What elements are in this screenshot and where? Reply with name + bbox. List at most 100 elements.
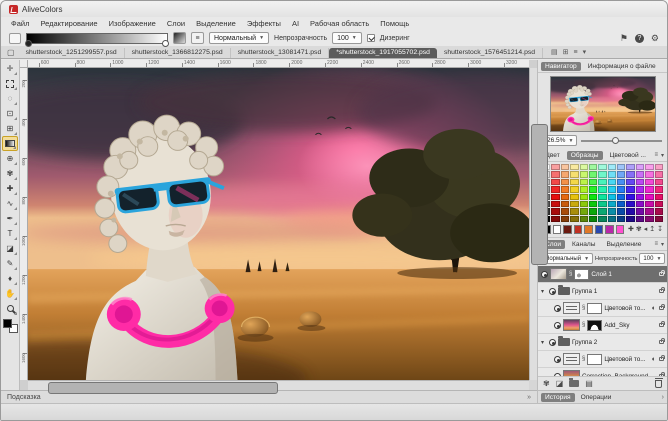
horizontal-scroll-thumb[interactable] bbox=[48, 382, 278, 394]
navigator-thumbnail[interactable] bbox=[550, 76, 656, 132]
swatch-cell[interactable] bbox=[561, 179, 569, 185]
layer-row-1[interactable]: §Слой 1 bbox=[538, 266, 667, 283]
swatch-cell[interactable] bbox=[608, 194, 616, 200]
swatch-cell[interactable] bbox=[551, 171, 559, 177]
swatch-cell[interactable] bbox=[645, 179, 653, 185]
move-tool[interactable]: ✛ bbox=[2, 61, 18, 76]
swatch-cell[interactable] bbox=[655, 201, 663, 207]
saved-swatch-3[interactable] bbox=[563, 225, 572, 234]
swatch-cell[interactable] bbox=[561, 186, 569, 192]
bottom-tabs-chevron-icon[interactable]: › bbox=[662, 394, 664, 401]
visibility-eye-icon[interactable] bbox=[554, 305, 561, 312]
help-icon[interactable]: ? bbox=[635, 34, 644, 43]
swatch-cell[interactable] bbox=[561, 194, 569, 200]
group-expand-icon[interactable]: ▾ bbox=[541, 288, 547, 295]
swatch-cell[interactable] bbox=[580, 186, 588, 192]
swatch-cell[interactable] bbox=[636, 186, 644, 192]
swatch-cell[interactable] bbox=[589, 201, 597, 207]
saved-swatch-6[interactable] bbox=[595, 225, 604, 234]
chevron-down-icon[interactable]: ▾ bbox=[583, 49, 587, 56]
menu-item-2[interactable]: Редактирование bbox=[40, 19, 97, 28]
swatch-cell[interactable] bbox=[617, 216, 625, 222]
layer-row-3[interactable]: §Цветовой то...◐ bbox=[538, 300, 667, 317]
color-swatches[interactable] bbox=[3, 319, 18, 333]
layer-row-2[interactable]: ▾Группа 1 bbox=[538, 283, 667, 300]
hand-tool[interactable]: ✋ bbox=[2, 286, 18, 301]
panel-menu-icon[interactable]: ≡ bbox=[654, 152, 658, 159]
menu-item-8[interactable]: Рабочая область bbox=[310, 19, 369, 28]
swatch-cell[interactable] bbox=[645, 194, 653, 200]
menu-item-5[interactable]: Выделение bbox=[196, 19, 236, 28]
swatch-cell[interactable] bbox=[626, 201, 634, 207]
swatch-cell[interactable] bbox=[551, 164, 559, 170]
panel-chevron-icon[interactable]: ▾ bbox=[661, 152, 664, 159]
swatch-cell[interactable] bbox=[655, 179, 663, 185]
layer-lock-icon[interactable] bbox=[659, 306, 664, 310]
swatch-cell[interactable] bbox=[598, 208, 606, 214]
bottom-tab-2[interactable]: Операции bbox=[577, 393, 616, 402]
chameleon-brush-tool[interactable]: ✾ bbox=[2, 166, 18, 181]
swatch-cell[interactable] bbox=[589, 186, 597, 192]
saved-swatch-2[interactable] bbox=[553, 225, 562, 234]
gradient-options-button[interactable]: ≡ bbox=[191, 32, 204, 44]
swatch-cell[interactable] bbox=[598, 216, 606, 222]
swatch-cell[interactable] bbox=[589, 194, 597, 200]
menu-item-6[interactable]: Эффекты bbox=[247, 19, 281, 28]
swatch-cell[interactable] bbox=[570, 216, 578, 222]
canvas-image[interactable] bbox=[28, 68, 529, 380]
swatch-cell[interactable] bbox=[598, 171, 606, 177]
lasso-tool[interactable]: ◌ bbox=[2, 91, 18, 106]
swatch-cell[interactable] bbox=[617, 194, 625, 200]
layers-tab-3[interactable]: Выделение bbox=[602, 240, 645, 249]
pen-tool[interactable]: ✒ bbox=[2, 211, 18, 226]
swatch-cell[interactable] bbox=[645, 201, 653, 207]
panel-menu-icon[interactable]: ≡ bbox=[654, 241, 658, 248]
doc-list-icon[interactable]: ▢ bbox=[7, 48, 15, 57]
menu-item-4[interactable]: Слои bbox=[167, 19, 185, 28]
visibility-eye-icon[interactable] bbox=[554, 373, 561, 376]
layers-opacity-select[interactable]: 100▼ bbox=[639, 253, 665, 264]
layer-row-7[interactable]: Correction_Background bbox=[538, 368, 667, 376]
menu-item-3[interactable]: Изображение bbox=[109, 19, 156, 28]
export-up-icon[interactable]: ↥ bbox=[649, 226, 655, 233]
document-tab-4[interactable]: *shutterstock_1917055702.psd bbox=[329, 48, 437, 58]
layer-lock-icon[interactable] bbox=[659, 272, 664, 276]
saved-swatch-8[interactable] bbox=[616, 225, 625, 234]
document-tab-3[interactable]: shutterstock_13081471.psd bbox=[231, 48, 330, 58]
swatch-cell[interactable] bbox=[551, 186, 559, 192]
swatch-cell[interactable] bbox=[636, 201, 644, 207]
tool-preset-box[interactable] bbox=[9, 33, 21, 44]
layer-lock-icon[interactable] bbox=[659, 357, 664, 361]
swatch-cell[interactable] bbox=[626, 208, 634, 214]
vertical-scroll-thumb[interactable] bbox=[531, 124, 548, 264]
blend-mode-select[interactable]: Нормальный▼ bbox=[209, 32, 269, 44]
layer-row-5[interactable]: ▾Группа 2 bbox=[538, 334, 667, 351]
menu-item-1[interactable]: Файл bbox=[11, 19, 29, 28]
swatch-cell[interactable] bbox=[598, 186, 606, 192]
colors-tab-3[interactable]: Цветовой ... bbox=[606, 151, 650, 160]
swatch-cell[interactable] bbox=[589, 171, 597, 177]
swatch-cell[interactable] bbox=[608, 208, 616, 214]
group-expand-icon[interactable]: ▾ bbox=[541, 339, 547, 346]
swatch-cell[interactable] bbox=[617, 208, 625, 214]
swatch-cell[interactable] bbox=[561, 201, 569, 207]
swatch-cell[interactable] bbox=[551, 216, 559, 222]
swatch-cell[interactable] bbox=[655, 171, 663, 177]
smudge-tool[interactable]: ∿ bbox=[2, 196, 18, 211]
marquee-tool[interactable] bbox=[2, 76, 18, 91]
swatch-cell[interactable] bbox=[655, 194, 663, 200]
swatch-cell[interactable] bbox=[580, 208, 588, 214]
panel-chevron-icon[interactable]: ▾ bbox=[661, 241, 664, 248]
gradient-stop-start[interactable] bbox=[25, 40, 32, 47]
layer-row-6[interactable]: §Цветовой то...◐ bbox=[538, 351, 667, 368]
new-group-icon[interactable] bbox=[569, 380, 579, 387]
swatch-cell[interactable] bbox=[645, 216, 653, 222]
swatch-cell[interactable] bbox=[626, 164, 634, 170]
document-tab-1[interactable]: shutterstock_1251299557.psd bbox=[19, 48, 125, 58]
swatch-cell[interactable] bbox=[655, 164, 663, 170]
eraser-tool[interactable]: ◪ bbox=[2, 241, 18, 256]
swatch-cell[interactable] bbox=[645, 171, 653, 177]
flag-icon[interactable]: ⚑ bbox=[620, 34, 628, 43]
gradient-type-button[interactable] bbox=[173, 32, 186, 44]
layer-lock-icon[interactable] bbox=[659, 289, 664, 293]
